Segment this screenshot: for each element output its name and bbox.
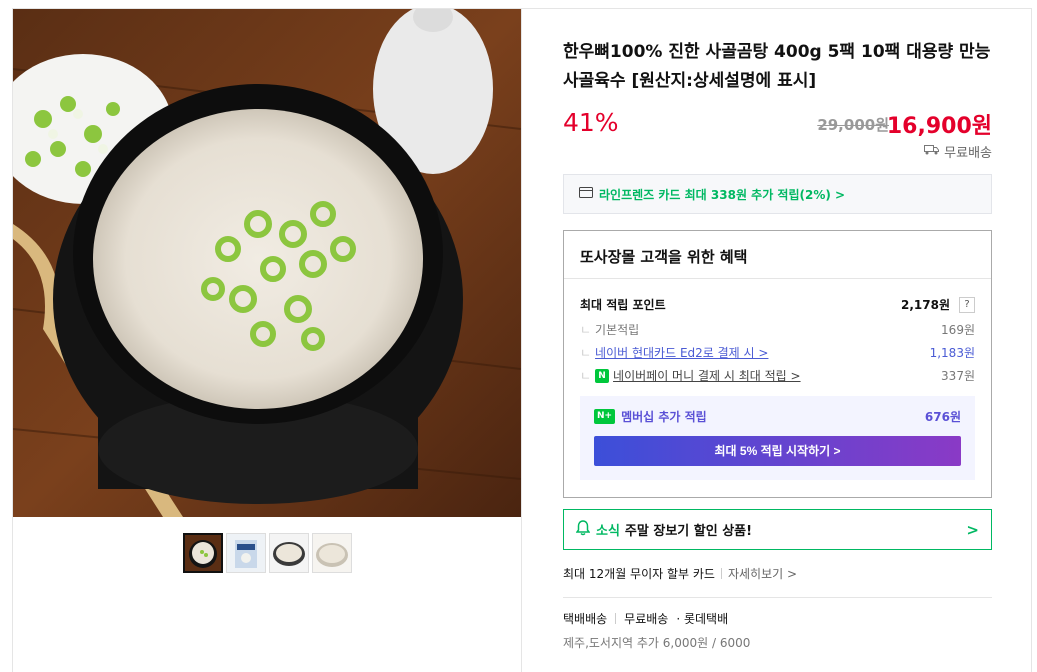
delivery-method: 택배배송 <box>563 612 608 626</box>
thumbnail-strip <box>183 533 352 573</box>
max-points-label: 최대 적립 포인트 <box>580 298 666 312</box>
point-row-value: 169원 <box>941 323 975 337</box>
sale-price: 16,900원 <box>886 114 992 139</box>
credit-card-icon <box>579 187 593 201</box>
membership-panel: N+ 멤버십 추가 적립 676원 최대 5% 적립 시작하기 > <box>580 396 975 480</box>
thumbnail-4[interactable] <box>312 533 352 573</box>
hyundai-card-link[interactable]: 네이버 현대카드 Ed2로 결제 시 > <box>595 344 768 361</box>
column-divider <box>521 8 522 672</box>
product-main-image <box>13 9 521 517</box>
point-row-card: ㄴ 네이버 현대카드 Ed2로 결제 시 > 1,183원 <box>580 344 975 361</box>
truck-icon <box>924 144 940 159</box>
point-row-value: 1,183원 <box>929 346 975 360</box>
npay-icon: N <box>595 368 610 383</box>
shipping-label: 무료배송 <box>944 146 992 161</box>
section-divider <box>563 597 992 598</box>
extra-shipping-fee: 제주,도서지역 추가 6,000원 / 6000 <box>563 636 751 650</box>
news-banner[interactable]: 소식 주말 장보기 할인 상품! > <box>563 509 992 550</box>
membership-row: N+ 멤버십 추가 적립 676원 <box>594 408 961 425</box>
start-membership-button[interactable]: 최대 5% 적립 시작하기 > <box>594 436 961 466</box>
thumbnail-2[interactable] <box>226 533 266 573</box>
installment-details-link[interactable]: 자세히보기 > <box>728 565 797 582</box>
bell-icon <box>575 519 591 540</box>
benefits-heading: 또사장몰 고객을 위한 혜택 <box>564 231 991 279</box>
naver-plus-icon: N+ <box>594 409 616 424</box>
shipping-info: 무료배송 <box>924 142 992 161</box>
installment-label: 최대 12개월 무이자 할부 카드 <box>563 567 715 581</box>
divider <box>615 613 617 624</box>
max-points-value: 2,178원 <box>901 298 950 312</box>
discount-rate: 41% <box>563 108 619 137</box>
membership-label: 멤버십 추가 적립 <box>621 410 707 424</box>
thumbnail-3[interactable] <box>269 533 309 573</box>
original-price: 29,000원 <box>817 116 889 134</box>
news-tag: 소식 <box>596 524 620 539</box>
npay-money-link[interactable]: 네이버페이 머니 결제 시 최대 적립 > <box>613 367 801 384</box>
help-button[interactable]: ? <box>959 296 975 313</box>
product-title: 한우뼈100% 진한 사골곰탕 400g 5팩 10팩 대용량 만능 사골육수 … <box>563 42 991 91</box>
delivery-carrier: · 롯데택배 <box>676 612 729 626</box>
benefits-panel: 또사장몰 고객을 위한 혜택 최대 적립 포인트 2,178원 ? ㄴ 기본적립 … <box>563 230 992 498</box>
divider <box>720 568 722 579</box>
delivery-fee: 무료배송 <box>624 612 669 626</box>
point-row-label: 기본적립 <box>595 323 640 337</box>
card-promo-text: 라인프렌즈 카드 최대 338원 추가 적립(2%) > <box>599 187 846 202</box>
max-points-row: 최대 적립 포인트 2,178원 ? <box>580 296 975 313</box>
thumbnail-1[interactable] <box>183 533 223 573</box>
point-row-npay: ㄴ N 네이버페이 머니 결제 시 최대 적립 > 337원 <box>580 367 975 384</box>
chevron-right-icon: > <box>966 520 979 539</box>
installment-info: 최대 12개월 무이자 할부 카드 자세히보기 > <box>563 565 797 582</box>
point-row-basic: ㄴ 기본적립 169원 <box>580 323 975 337</box>
card-promo-banner[interactable]: 라인프렌즈 카드 최대 338원 추가 적립(2%) > <box>563 174 992 214</box>
delivery-info: 택배배송 무료배송 · 롯데택배 <box>563 610 728 627</box>
point-row-value: 337원 <box>941 369 975 383</box>
membership-value: 676원 <box>924 410 961 424</box>
news-text: 주말 장보기 할인 상품! <box>624 524 753 539</box>
